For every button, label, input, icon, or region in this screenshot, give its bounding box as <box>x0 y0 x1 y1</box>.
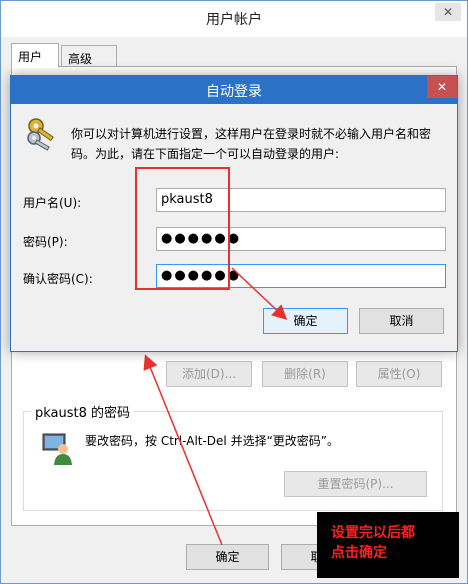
change-password-hint: 要改密码，按 Ctrl-Alt-Del 并选择“更改密码”。 <box>85 434 340 448</box>
outer-titlebar: 用户帐户 ✕ <box>1 1 467 37</box>
note-line-2: 点击确定 <box>331 545 387 561</box>
note-line-1: 设置完以后都 <box>331 525 415 541</box>
outer-ok-button[interactable]: 确定 <box>186 544 269 570</box>
outer-dialog-title: 用户帐户 <box>206 12 262 28</box>
outer-close-icon[interactable]: ✕ <box>435 3 461 21</box>
keys-icon <box>27 118 54 151</box>
auto-logon-description: 你可以对计算机进行设置，这样用户在登录时就不必输入用户名和密 码。为此，请在下面… <box>71 124 451 164</box>
remove-user-button[interactable]: 删除(R) <box>262 361 348 387</box>
password-group-title: pkaust8 的密码 <box>31 402 135 421</box>
close-icon[interactable]: ✕ <box>427 76 457 98</box>
tab-users[interactable]: 用户 <box>11 43 59 68</box>
description-line-2: 码。为此，请在下面指定一个可以自动登录的用户: <box>71 147 340 161</box>
password-label: 密码(P): <box>23 235 68 249</box>
reset-password-button[interactable]: 重置密码(P)... <box>284 471 427 497</box>
confirm-password-label: 确认密码(C): <box>23 272 93 286</box>
add-user-button[interactable]: 添加(D)... <box>166 361 252 387</box>
auto-logon-titlebar: 自动登录 ✕ <box>11 76 457 104</box>
auto-logon-cancel-button[interactable]: 取消 <box>359 308 444 334</box>
auto-logon-ok-button[interactable]: 确定 <box>263 308 348 334</box>
auto-logon-title: 自动登录 <box>206 84 262 100</box>
properties-button[interactable]: 属性(O) <box>356 361 442 387</box>
username-label: 用户名(U): <box>23 196 82 210</box>
annotation-note: 设置完以后都 点击确定 <box>317 512 459 578</box>
tab-advanced[interactable]: 高级 <box>61 45 117 67</box>
fields-highlight-box <box>135 167 230 290</box>
auto-logon-dialog: 自动登录 ✕ 你可以对计算机进行设置，这样用户在登录时就不必输入用户名和密 码。… <box>10 75 458 352</box>
user-password-icon <box>42 433 72 465</box>
description-line-1: 你可以对计算机进行设置，这样用户在登录时就不必输入用户名和密 <box>71 127 432 141</box>
